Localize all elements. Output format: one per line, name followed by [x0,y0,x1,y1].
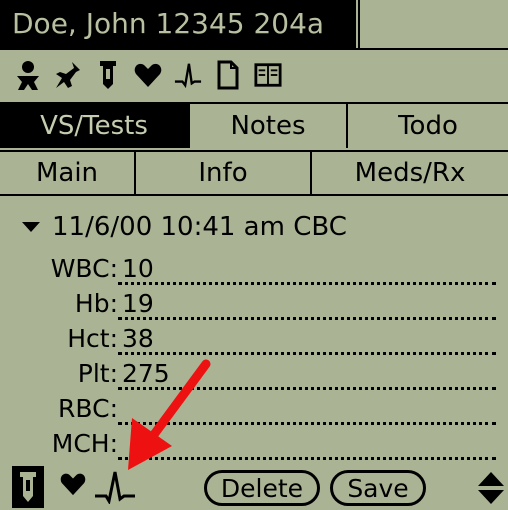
field-value-input[interactable]: 10 [122,252,154,286]
collapse-triangle-icon[interactable] [22,222,40,232]
field-label: WBC: [50,254,118,283]
field-label: RBC: [58,394,118,423]
bottom-toolbar: Delete Save [0,462,508,510]
pin-icon[interactable] [54,60,82,90]
lab-fields: WBC: 10 Hb: 19 Hct: 38 Plt: 275 RBC: MCH… [0,252,508,462]
document-icon[interactable] [214,60,242,90]
ecg-wave-icon[interactable] [174,60,202,90]
palm-screen: Doe, John 12345 204a VS/Tests Notes Todo [0,0,508,510]
field-row-rbc: RBC: [0,392,508,427]
heart-icon[interactable] [134,60,162,90]
entry-header-label: 11/6/00 10:41 am CBC [52,212,347,242]
title-bar-blank [358,0,508,48]
field-underline [118,352,496,355]
tab-info[interactable]: Info [136,152,312,194]
icon-toolbar [0,50,508,100]
field-underline [118,457,496,460]
tab-row-secondary: Main Info Meds/Rx [0,150,508,196]
field-row-wbc: WBC: 10 [0,252,508,287]
field-underline [118,387,496,390]
tab-meds-rx[interactable]: Meds/Rx [312,152,508,194]
field-label: MCH: [51,429,118,458]
entry-header[interactable]: 11/6/00 10:41 am CBC [22,212,347,242]
tab-vs-tests[interactable]: VS/Tests [0,104,190,148]
heart-icon[interactable] [60,472,86,500]
field-row-mch: MCH: [0,427,508,462]
field-row-plt: Plt: 275 [0,357,508,392]
tab-notes[interactable]: Notes [190,104,348,148]
field-underline [118,282,496,285]
field-value-input[interactable]: 38 [122,322,154,356]
field-label: Hb: [74,289,118,318]
test-tube-icon[interactable] [12,466,44,508]
field-label: Plt: [77,359,118,388]
test-tube-icon[interactable] [94,60,122,90]
scroll-arrows-icon[interactable] [476,470,506,510]
tab-todo[interactable]: Todo [348,104,508,148]
tab-main[interactable]: Main [0,152,136,194]
field-row-hct: Hct: 38 [0,322,508,357]
person-icon[interactable] [14,60,42,90]
field-row-hb: Hb: 19 [0,287,508,322]
field-label: Hct: [67,324,118,353]
book-icon[interactable] [254,60,282,90]
patient-title[interactable]: Doe, John 12345 204a [0,0,356,48]
save-button[interactable]: Save [330,470,426,506]
field-underline [118,317,496,320]
delete-button[interactable]: Delete [204,470,320,506]
field-value-input[interactable]: 275 [122,357,170,391]
field-underline [118,422,496,425]
title-bar: Doe, John 12345 204a [0,0,508,50]
tab-row-primary: VS/Tests Notes Todo [0,102,508,148]
ecg-wave-icon[interactable] [94,468,136,508]
field-value-input[interactable]: 19 [122,287,154,321]
